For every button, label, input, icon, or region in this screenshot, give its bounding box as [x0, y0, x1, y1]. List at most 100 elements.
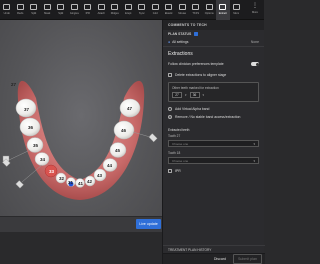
tooth-label: 31 — [68, 180, 74, 185]
tool-label: Split — [58, 12, 64, 15]
live-update-button[interactable]: Live update — [136, 219, 161, 229]
grid-icon — [151, 4, 159, 10]
treatment-plan-history[interactable]: TREATMENT PLAN HISTORY — [163, 245, 265, 253]
other-teeth-box: Other teeth marked for extraction 27 ▾ 3… — [168, 82, 259, 102]
tool-extract-button[interactable]: Extract — [216, 0, 230, 20]
3d-viewer[interactable]: 27 37 36 35 34 33 32 31 41 42 43 44 45 4… — [0, 20, 162, 232]
add-virtual-radio[interactable] — [168, 107, 172, 111]
tool-undo-button[interactable]: Undo — [0, 0, 14, 20]
none-label[interactable]: None — [251, 40, 259, 44]
panel-footer: Discard Submit plan — [163, 253, 265, 264]
tooth-label: 44 — [107, 163, 113, 168]
tooth-label: 46 — [121, 128, 127, 133]
tooth-a-field[interactable]: 27 — [172, 92, 182, 98]
chevron-down-icon: ▾ — [253, 158, 255, 163]
tooth-b-field[interactable]: 36 — [189, 92, 200, 98]
ipr-icon — [84, 4, 92, 10]
extractions-title: Extractions — [163, 46, 264, 60]
remove-ipr-row[interactable]: Remove / No stable band access/extractio… — [163, 113, 264, 121]
tooth-tag-right[interactable] — [148, 133, 158, 143]
tool-label: Extract — [218, 12, 227, 15]
tool-options-button[interactable]: Options — [203, 0, 217, 20]
redo-icon — [16, 4, 24, 10]
tool-sync-button[interactable]: Sync — [135, 0, 149, 20]
tooth-label: 37 — [24, 107, 30, 112]
settings-row: ● All settings None — [163, 38, 264, 46]
chevron-down-icon: ▾ — [253, 141, 255, 146]
chevron-down-icon: ▾ — [185, 93, 187, 97]
undo-icon — [3, 4, 11, 10]
tool-split-button[interactable]: Split — [27, 0, 41, 20]
tkfs-icon — [192, 4, 200, 10]
mask-icon — [43, 4, 51, 10]
ipr-checkbox[interactable] — [168, 169, 172, 173]
elastic-icon — [165, 4, 173, 10]
tool-grid-button[interactable]: Grid — [149, 0, 163, 20]
split-icon-2 — [57, 4, 65, 10]
follow-clinician-toggle[interactable] — [251, 62, 259, 66]
ridges-icon — [111, 4, 119, 10]
tool-label: Mem — [233, 12, 240, 15]
tool-ipr-button[interactable]: IPR — [81, 0, 95, 20]
mouse-icon — [178, 4, 186, 10]
chevron-down-icon: ▾ — [202, 93, 205, 97]
add-virtual-row[interactable]: Add Virtual Alpha band — [163, 105, 264, 113]
tooth-label: 34 — [40, 157, 46, 162]
follow-clinician-row[interactable]: Follow clinician preferences template — [163, 60, 264, 68]
ipr-label: IPR — [175, 169, 181, 173]
tooth27-select[interactable]: Choose one ▾ — [168, 140, 259, 147]
tool-elastic-button[interactable]: Elastic — [162, 0, 176, 20]
tool-label: Erupt — [125, 12, 132, 15]
tooth-label: 43 — [97, 173, 103, 178]
tool-ridges-button[interactable]: Ridges — [108, 0, 122, 20]
gingiva-icon — [70, 4, 78, 10]
tooth27-select-value: Choose one — [172, 141, 189, 146]
tool-erupt-button[interactable]: Erupt — [122, 0, 136, 20]
all-settings-label[interactable]: All settings — [172, 40, 188, 44]
discard-button[interactable]: Discard — [210, 255, 230, 263]
erupt-icon — [124, 4, 132, 10]
split-icon — [30, 4, 38, 10]
delete-extractions-row[interactable]: Delete extractions to aligner stage — [163, 71, 264, 79]
other-teeth-label: Other teeth marked for extraction — [172, 86, 219, 90]
add-virtual-label: Add Virtual Alpha band — [175, 107, 210, 111]
tool-mem-button[interactable]: Mem — [230, 0, 244, 20]
extract-icon — [219, 4, 227, 10]
plan-status-label: PLAN STATUS — [168, 32, 192, 36]
tooth18-select[interactable]: Choose one ▾ — [168, 157, 259, 164]
submit-plan-button[interactable]: Submit plan — [233, 254, 262, 264]
more-label: More — [252, 11, 258, 14]
tooth-label: 41 — [78, 181, 84, 186]
tool-mask-button[interactable]: Mask — [41, 0, 55, 20]
tool-label: Mask — [44, 12, 51, 15]
tool-label: Sync — [138, 12, 145, 15]
tool-split-button[interactable]: Split — [54, 0, 68, 20]
tool-attach-button[interactable]: Attach — [95, 0, 109, 20]
tooth18-label: Tooth 18 — [168, 151, 181, 155]
remove-ipr-radio[interactable] — [168, 115, 172, 119]
remove-ipr-label: Remove / No stable band access/extractio… — [175, 115, 241, 119]
tool-mouse-button[interactable]: Mouse — [176, 0, 190, 20]
tool-label: Mouse — [178, 12, 187, 15]
tooth-label: 45 — [115, 148, 121, 153]
tool-label: Gingiva — [69, 12, 79, 15]
tool-label: Split — [31, 12, 37, 15]
tooth-label: 33 — [49, 169, 55, 174]
tool-label: Options — [204, 12, 214, 15]
tooth-label: 36 — [28, 125, 34, 130]
comments-header[interactable]: COMMENTS TO TECH — [163, 20, 264, 30]
more-icon: ⋮ — [252, 3, 258, 9]
info-icon — [194, 32, 199, 36]
tooth27-label: Tooth 27 — [168, 134, 181, 138]
dental-arch-model[interactable] — [0, 20, 162, 216]
tool-tkfs-button[interactable]: TKFS — [189, 0, 203, 20]
tool-label: Grid — [152, 12, 158, 15]
tool-gingiva-button[interactable]: Gingiva — [68, 0, 82, 20]
ipr-row[interactable]: IPR — [163, 167, 264, 175]
delete-extractions-checkbox[interactable] — [168, 73, 172, 77]
tool-label: IPR — [85, 12, 90, 15]
options-icon — [205, 4, 213, 10]
more-button[interactable]: ⋮ More — [246, 0, 264, 14]
plan-status-row[interactable]: PLAN STATUS — [163, 30, 264, 38]
tool-redo-button[interactable]: Redo — [14, 0, 28, 20]
